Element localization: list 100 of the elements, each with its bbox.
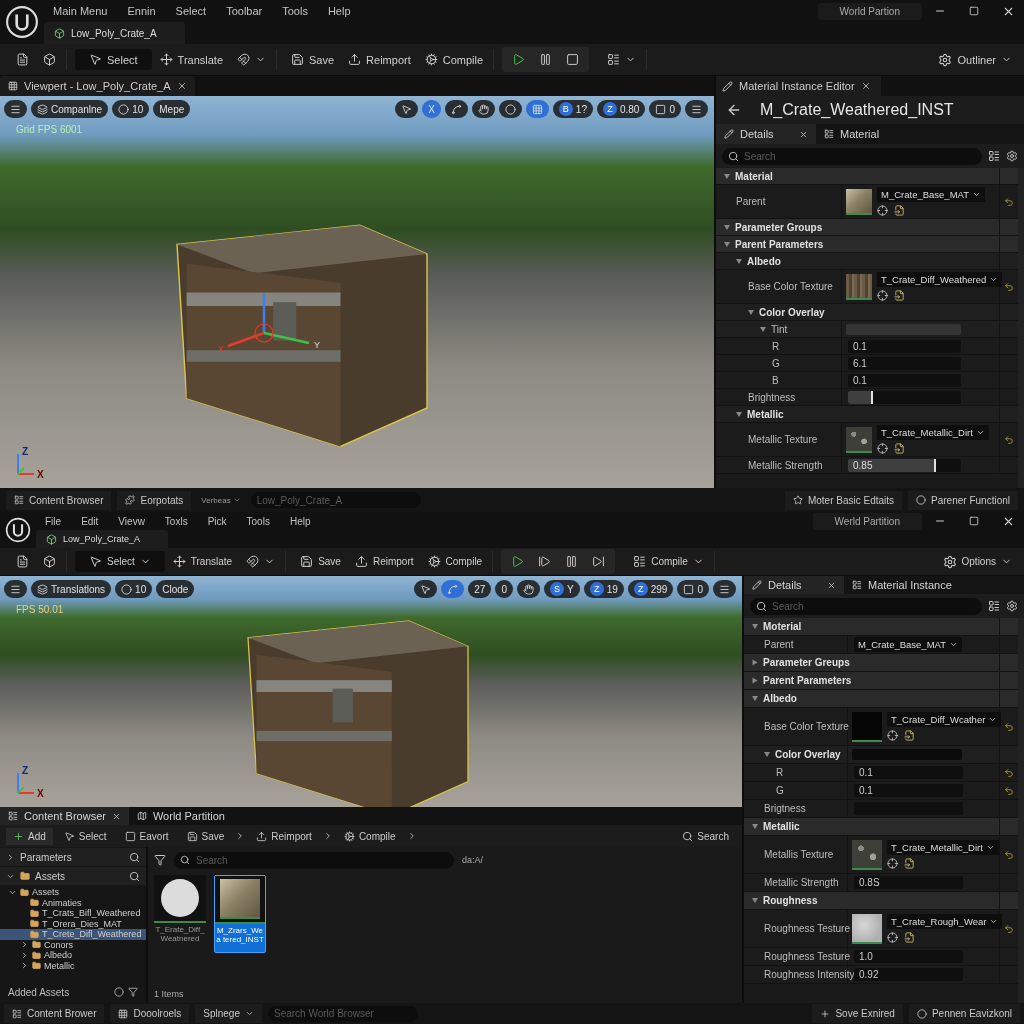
browse-icon[interactable] [877,205,888,216]
menu-item[interactable]: Tools [273,5,317,17]
columns-icon[interactable] [988,150,1000,162]
asset-dropdown[interactable]: T_Crate_Diff_Weathered [877,272,1003,287]
dock-tab[interactable]: Dooolroels [110,1004,190,1023]
viewport-option-button[interactable]: 0 [649,100,681,118]
reset-icon[interactable] [1004,281,1014,292]
number-field[interactable]: 0.92 [854,968,963,981]
dock-tab[interactable]: Eorpotats [117,490,192,510]
section-header[interactable]: Tint [771,323,788,335]
layout-button[interactable]: Compile [627,551,710,572]
expand-arrow-icon[interactable] [760,326,766,332]
folder-item[interactable]: Assets [0,887,146,898]
editor-tab[interactable]: Material Instance Editor [716,76,881,96]
reset-icon[interactable] [1004,923,1014,934]
browse-icon[interactable] [877,443,888,454]
viewport-option-button[interactable]: 0 [677,580,709,598]
menu-item[interactable]: Edit [72,515,108,527]
browse-icon[interactable] [887,730,898,741]
translate-button[interactable]: Translate [166,551,239,572]
close-icon[interactable] [799,129,808,139]
number-field[interactable]: 0.1 [854,784,963,797]
section-header[interactable]: Color Overlay [775,749,841,760]
filter-dropdown[interactable]: Splnege [195,1004,262,1023]
number-field[interactable]: 1.0 [854,950,963,963]
use-asset-icon[interactable] [904,730,915,741]
expand-arrow-icon[interactable] [736,258,742,264]
settings-icon[interactable] [1006,150,1018,162]
section-header[interactable]: Parent Parameters [763,675,852,686]
dock-tab[interactable]: Content Browser [6,490,112,510]
expand-arrow-icon[interactable] [752,624,758,629]
search-button[interactable]: Search [675,827,736,845]
section-header[interactable]: Color Overlay [759,306,825,318]
compile-button[interactable]: Compile [421,551,489,572]
select-button[interactable]: Select [75,551,165,572]
close-icon[interactable] [827,580,836,590]
asset-dropdown[interactable]: M_Crate_Base_MAT [877,187,985,202]
panel-tab[interactable]: World Partition [128,807,233,825]
pointer-button[interactable] [395,100,419,118]
select-button[interactable]: Select [75,49,152,70]
viewport-option-button[interactable]: Z 0.80 [596,100,646,118]
menu-item[interactable]: Ennin [118,5,165,17]
section-header[interactable]: Metallic [763,821,800,832]
menu-item[interactable]: Toolbar [217,5,272,17]
panel-tab[interactable]: Material Instance [844,576,960,594]
asset-dropdown[interactable]: T_Crate_Metallic_Dirt [877,425,989,440]
expand-arrow-icon[interactable] [724,241,730,247]
expand-arrow-icon[interactable] [724,224,730,230]
browse-icon[interactable] [887,932,898,943]
slider-track[interactable]: 0.85 [848,458,962,472]
use-asset-icon[interactable] [894,290,905,301]
asset-dropdown[interactable]: M_Crate_Base_MAT [854,637,962,652]
viewport-option-button[interactable]: S Y [543,580,580,598]
section-header[interactable]: Metallic [747,408,784,420]
viewport-option-button[interactable]: 27 [468,580,492,598]
number-field[interactable]: 0.1 [854,766,963,779]
number-field[interactable]: 0.8S [854,876,963,889]
options-button[interactable]: Options [936,550,1018,573]
texture-thumbnail[interactable] [852,839,882,870]
slider-fill[interactable] [848,458,937,472]
source-header[interactable]: Assets [0,867,146,885]
filter-icon[interactable] [154,854,166,866]
panel-tab[interactable]: Details [744,576,844,594]
panel-tab[interactable]: Content Browser [0,807,129,825]
viewport-option-button[interactable]: Z 19 [583,580,624,598]
translate-button[interactable]: Translate [153,49,230,70]
reset-icon[interactable] [1004,721,1014,732]
menu-button[interactable] [685,100,708,118]
asset-dropdown[interactable]: T_Crate_Rough_Wear [887,914,1003,929]
viewport-option-button[interactable]: Translatlons [31,580,112,598]
save-button[interactable]: Save [179,827,232,845]
number-field[interactable]: 6.1 [848,356,962,370]
folder-item[interactable]: Metallic [0,960,146,971]
search-field[interactable]: Search [174,851,454,869]
viewport-option-button[interactable]: B 1? [552,100,593,118]
columns-icon[interactable] [988,600,1000,612]
folder-item[interactable]: Animaties [0,897,146,908]
expand-arrow-icon[interactable] [724,173,730,179]
viewport-option-button[interactable]: 0 [495,580,513,598]
menu-item[interactable]: Help [280,515,320,527]
browse-icon[interactable] [877,290,888,301]
circle-icon[interactable] [114,987,124,997]
search-field[interactable]: Search World Browser [268,1005,418,1022]
texture-thumbnail[interactable] [846,188,872,215]
dock-tab[interactable]: Parener Functionl [908,490,1018,510]
panel-tab[interactable]: Material [816,124,888,144]
asset-tile[interactable]: M_Zrars_Wea tered_INST [214,875,266,953]
section-header[interactable]: Moterial [763,621,802,632]
outliner-button[interactable]: Outliner [932,48,1018,71]
dock-tab[interactable]: Sove Exnired [812,1004,903,1023]
hand-button[interactable] [516,580,540,598]
menu-button[interactable] [4,100,27,118]
section-header[interactable]: Roughness [763,895,818,906]
section-header[interactable]: Albedo [763,693,797,704]
reimport-button[interactable]: Reimport [249,827,319,845]
settings-icon[interactable] [1006,600,1018,612]
menu-item[interactable]: Pick [198,515,236,527]
search-field[interactable]: Low_Poly_Crate_A [250,492,421,508]
menu-item[interactable]: Vievw [109,515,154,527]
search-icon[interactable] [129,851,140,863]
